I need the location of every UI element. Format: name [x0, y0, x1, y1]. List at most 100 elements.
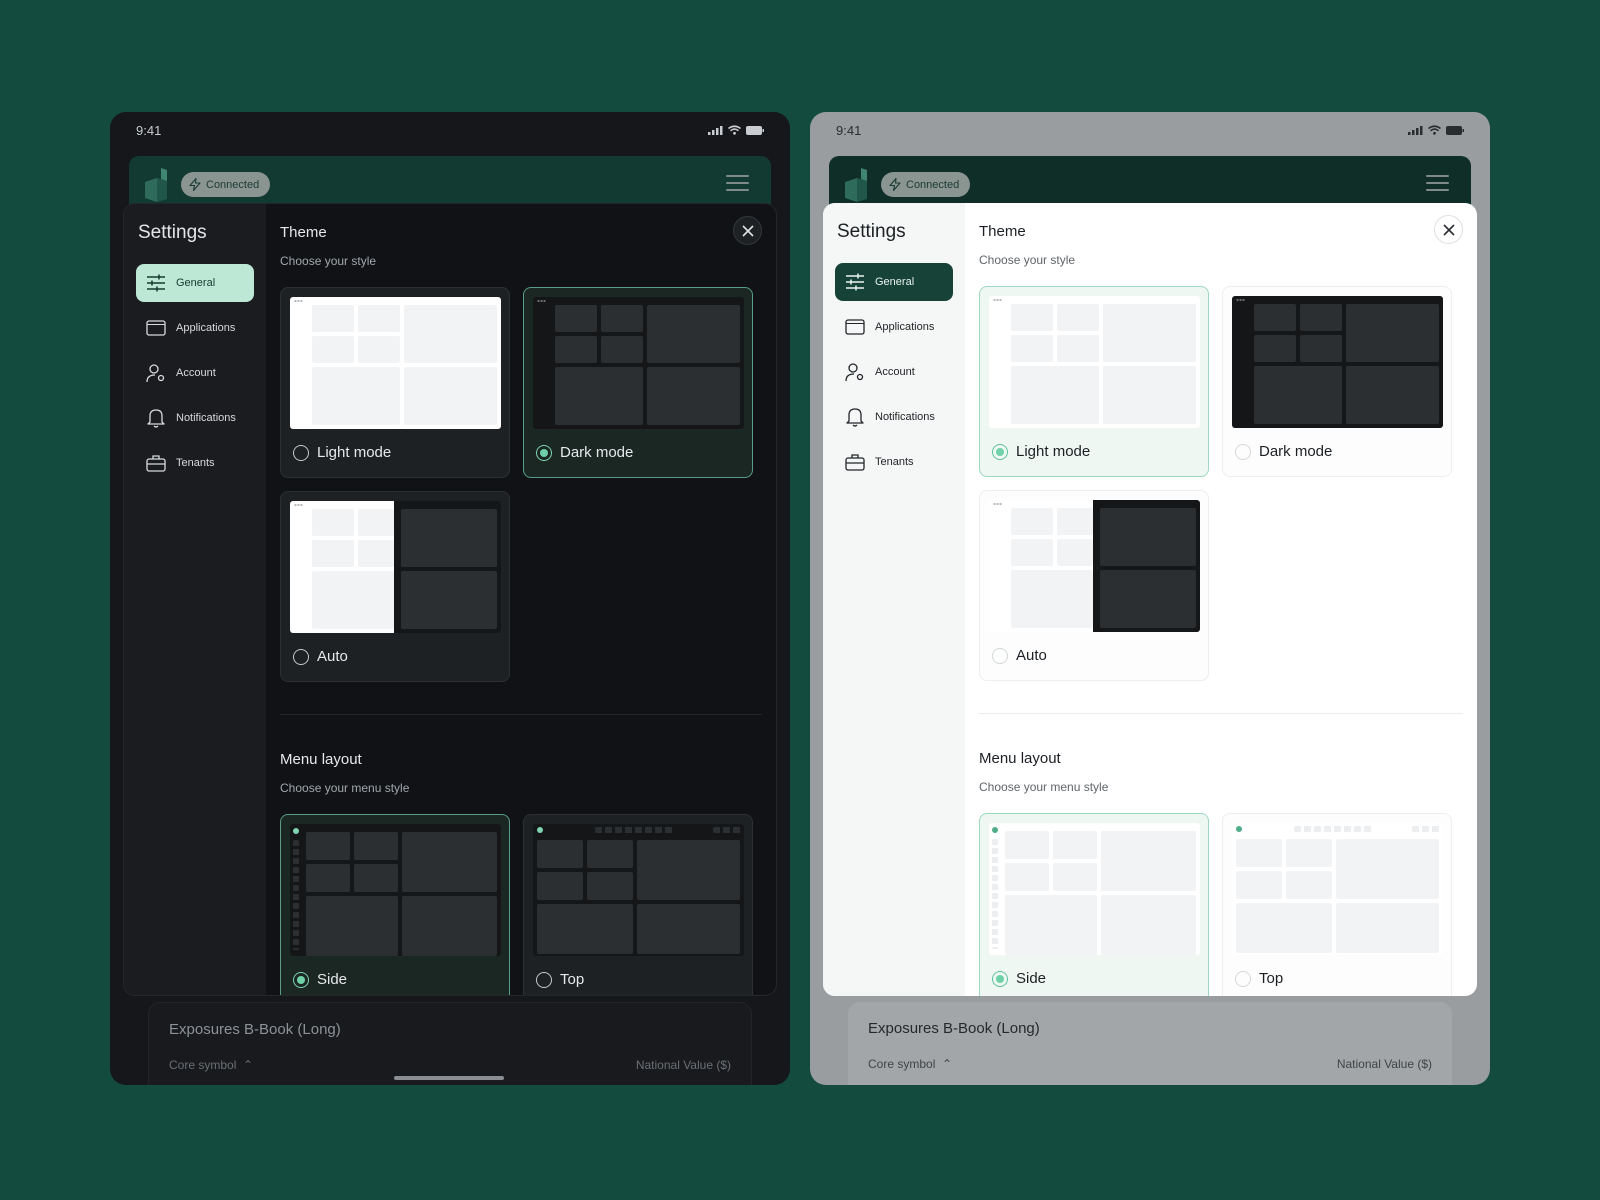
sidebar-item-tenants[interactable]: Tenants — [136, 444, 254, 482]
sidebar-item-tenants[interactable]: Tenants — [835, 443, 953, 481]
menu-layout-title: Menu layout — [280, 751, 362, 768]
briefcase-icon — [845, 452, 865, 472]
sidebar-item-label: Account — [176, 367, 216, 379]
column-header-core-symbol[interactable]: Core symbol ⌃ — [169, 1058, 253, 1072]
theme-option-label: Dark mode — [1259, 443, 1333, 460]
radio-auto[interactable] — [992, 647, 1008, 664]
theme-options: Light mode Dark mode Auto — [979, 286, 1463, 681]
top-menu-preview — [533, 824, 744, 956]
sidebar-item-label: Tenants — [875, 456, 914, 468]
menu-layout-subtitle: Choose your menu style — [979, 780, 1109, 794]
connection-status-label: Connected — [906, 178, 960, 191]
theme-option-light[interactable]: Light mode — [979, 286, 1209, 477]
radio-dark-mode[interactable] — [1235, 443, 1251, 460]
menu-option-side[interactable]: Side — [979, 813, 1209, 996]
close-button[interactable] — [733, 216, 762, 245]
signal-icon — [708, 125, 723, 135]
dark-theme-preview — [533, 297, 744, 429]
sidebar-item-applications[interactable]: Applications — [136, 309, 254, 347]
bolt-icon — [189, 178, 201, 191]
hamburger-menu-icon[interactable] — [1426, 175, 1449, 196]
sidebar-item-notifications[interactable]: Notifications — [136, 399, 254, 437]
theme-option-auto[interactable]: Auto — [280, 491, 510, 682]
theme-option-dark[interactable]: Dark mode — [1222, 286, 1452, 477]
dark-theme-device: 9:41 Connected Settings General Applicat… — [110, 112, 790, 1085]
radio-dark-mode[interactable] — [536, 444, 552, 461]
close-button[interactable] — [1434, 215, 1463, 244]
dark-theme-preview — [1232, 296, 1443, 428]
wifi-icon — [1428, 125, 1441, 135]
sidebar-item-general[interactable]: General — [136, 264, 254, 302]
battery-icon — [1446, 125, 1464, 135]
sidebar-item-account[interactable]: Account — [835, 353, 953, 391]
radio-top[interactable] — [1235, 970, 1251, 987]
connection-status-badge[interactable]: Connected — [181, 172, 271, 197]
bolt-icon — [889, 178, 901, 191]
section-divider — [979, 713, 1463, 714]
menu-layout-title: Menu layout — [979, 750, 1061, 767]
hamburger-menu-icon[interactable] — [726, 175, 749, 196]
radio-top[interactable] — [536, 971, 552, 988]
theme-option-label: Light mode — [317, 444, 392, 461]
light-theme-preview — [290, 297, 501, 429]
briefcase-icon — [146, 453, 166, 473]
theme-option-light[interactable]: Light mode — [280, 287, 510, 478]
window-icon — [146, 318, 166, 338]
exposures-card: Exposures B-Book (Long) Core symbol ⌃ Na… — [148, 1002, 752, 1085]
theme-option-auto[interactable]: Auto — [979, 490, 1209, 681]
window-icon — [845, 317, 865, 337]
radio-auto[interactable] — [293, 648, 309, 665]
signal-icon — [1408, 125, 1423, 135]
menu-layout-subtitle: Choose your menu style — [280, 781, 410, 795]
theme-option-label: Light mode — [1016, 443, 1091, 460]
radio-side[interactable] — [293, 971, 309, 988]
bell-icon — [146, 408, 166, 428]
theme-section-title: Theme — [979, 223, 1026, 240]
status-bar: 9:41 — [110, 112, 790, 148]
menu-option-label: Top — [1259, 970, 1284, 987]
auto-theme-preview — [290, 501, 501, 633]
column-header-national-value[interactable]: National Value ($) — [636, 1058, 731, 1072]
status-bar: 9:41 — [810, 112, 1490, 148]
radio-light-mode[interactable] — [293, 444, 309, 461]
sort-chevron-icon: ⌃ — [942, 1057, 953, 1071]
status-time: 9:41 — [136, 122, 162, 138]
settings-content: Theme Choose your style Light mode Dark … — [965, 203, 1477, 996]
close-icon — [1442, 223, 1455, 236]
light-theme-preview — [989, 296, 1200, 428]
settings-sidebar: Settings General Applications Account No… — [124, 204, 266, 995]
theme-option-dark[interactable]: Dark mode — [523, 287, 753, 478]
menu-option-label: Side — [317, 971, 348, 988]
exposures-card-title: Exposures B-Book (Long) — [868, 1020, 1040, 1037]
settings-modal: Settings General Applications Account No… — [123, 203, 777, 996]
theme-option-label: Dark mode — [560, 444, 634, 461]
menu-option-top[interactable]: Top — [523, 814, 753, 995]
theme-section-subtitle: Choose your style — [280, 254, 377, 268]
user-gear-icon — [146, 363, 166, 383]
menu-layout-options: Side Top — [979, 813, 1463, 996]
sidebar-item-label: Applications — [176, 322, 236, 334]
sliders-icon — [146, 273, 166, 293]
sidebar-item-label: Tenants — [176, 457, 215, 469]
sidebar-item-label: Account — [875, 366, 915, 378]
settings-title: Settings — [837, 221, 906, 242]
menu-option-top[interactable]: Top — [1222, 813, 1452, 996]
connection-status-badge[interactable]: Connected — [881, 172, 971, 197]
settings-content: Theme Choose your style Light mode Dark … — [266, 204, 776, 995]
sidebar-item-account[interactable]: Account — [136, 354, 254, 392]
radio-light-mode[interactable] — [992, 443, 1008, 460]
sidebar-item-applications[interactable]: Applications — [835, 308, 953, 346]
exposures-card-title: Exposures B-Book (Long) — [169, 1021, 341, 1038]
column-header-core-symbol[interactable]: Core symbol ⌃ — [868, 1057, 952, 1071]
theme-option-label: Auto — [317, 648, 348, 665]
column-header-national-value[interactable]: National Value ($) — [1337, 1057, 1432, 1071]
radio-side[interactable] — [992, 970, 1008, 987]
light-theme-device: 9:41 Connected Settings General Applicat… — [810, 112, 1490, 1085]
settings-modal: Settings General Applications Account No… — [823, 203, 1477, 996]
brand-logo-icon — [845, 168, 867, 202]
section-divider — [280, 714, 762, 715]
connection-status-label: Connected — [206, 178, 260, 191]
menu-option-side[interactable]: Side — [280, 814, 510, 995]
sidebar-item-general[interactable]: General — [835, 263, 953, 301]
sidebar-item-notifications[interactable]: Notifications — [835, 398, 953, 436]
